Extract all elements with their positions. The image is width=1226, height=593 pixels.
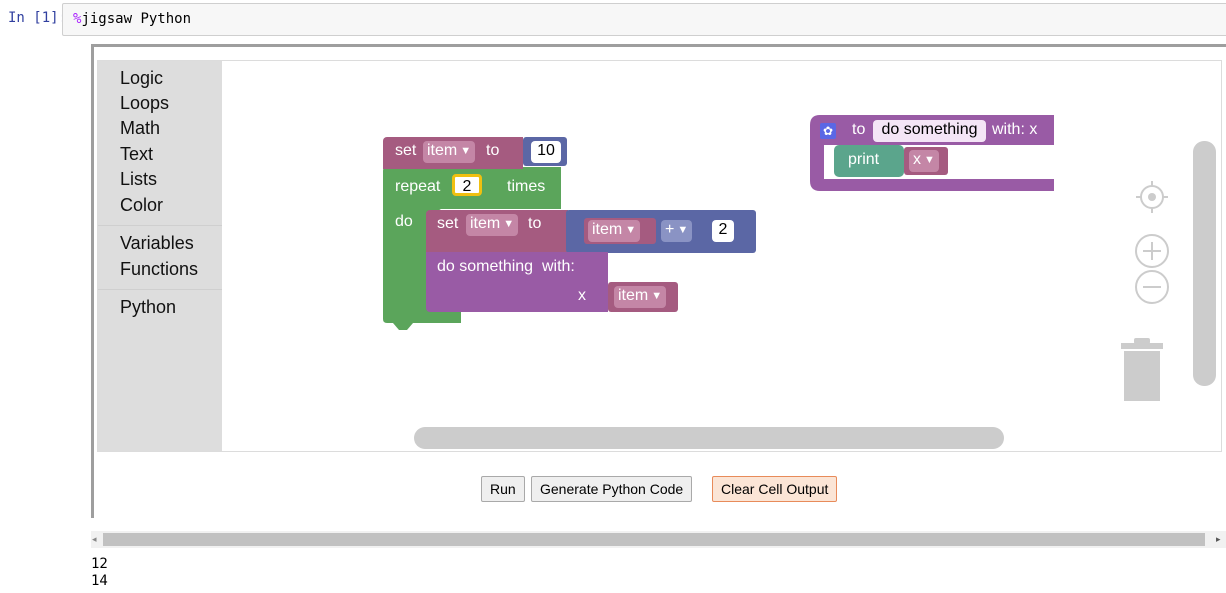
variable-get-block[interactable]: x ▼ — [904, 147, 948, 175]
toolbox: Logic Loops Math Text Lists Color Variab… — [98, 61, 222, 451]
scroll-left-icon[interactable]: ◂ — [92, 534, 97, 545]
code-cell-input[interactable]: %jigsaw Python — [62, 3, 1226, 36]
variable-dropdown[interactable]: item ▼ — [614, 286, 667, 308]
variable-name: item — [427, 142, 458, 159]
blockly-workspace[interactable]: Logic Loops Math Text Lists Color Variab… — [97, 60, 1222, 452]
toolbox-category-logic[interactable]: Logic — [120, 68, 163, 89]
toolbox-separator — [98, 289, 222, 290]
nested-set-block[interactable]: set item ▼ to — [426, 210, 568, 252]
set-label: set — [395, 142, 417, 159]
number-field[interactable]: 10 — [531, 141, 561, 163]
variable-dropdown[interactable]: x ▼ — [909, 150, 939, 172]
run-button[interactable]: Run — [481, 476, 525, 502]
variable-name: item — [470, 215, 501, 232]
variable-get-block[interactable]: item ▼ — [608, 282, 678, 312]
toolbox-separator — [98, 225, 222, 226]
procedure-call-block[interactable]: do something with: x — [426, 252, 608, 312]
scroll-right-icon[interactable]: ▸ — [1216, 534, 1221, 545]
generate-python-code-button[interactable]: Generate Python Code — [531, 476, 693, 502]
output-horizontal-scrollbar[interactable]: ◂ ▸ — [91, 531, 1226, 548]
cell-prompt: In [1]: — [8, 10, 68, 26]
toolbox-category-loops[interactable]: Loops — [120, 93, 169, 114]
params-label: with: x — [992, 121, 1038, 138]
dropdown-arrow-icon: ▼ — [625, 224, 637, 236]
toolbox-category-lists[interactable]: Lists — [120, 169, 157, 190]
variable-name: x — [913, 151, 921, 168]
gear-icon[interactable]: ✿ — [820, 123, 836, 139]
print-label: print — [848, 151, 880, 168]
to-label: to — [528, 215, 542, 232]
clear-cell-output-button[interactable]: Clear Cell Output — [712, 476, 838, 502]
operator-symbol: + — [665, 221, 675, 238]
repeat-label: repeat — [395, 178, 441, 195]
variable-get-block[interactable]: item ▼ — [584, 218, 656, 244]
dropdown-arrow-icon: ▼ — [677, 224, 689, 236]
procedure-call-label: do something with: — [437, 258, 575, 276]
to-label: to — [852, 121, 866, 138]
zoom-out-icon[interactable] — [1134, 269, 1170, 305]
trash-icon[interactable] — [1117, 337, 1167, 403]
toolbox-category-variables[interactable]: Variables — [120, 233, 194, 254]
variable-dropdown[interactable]: item ▼ — [466, 214, 519, 236]
set-label: set — [437, 215, 459, 232]
workspace-vertical-scrollbar[interactable] — [1193, 141, 1216, 386]
param-label: x — [578, 287, 586, 304]
dropdown-arrow-icon: ▼ — [924, 154, 935, 166]
toolbox-category-color[interactable]: Color — [120, 195, 163, 216]
variable-dropdown[interactable]: item ▼ — [588, 220, 641, 242]
print-block[interactable]: print — [834, 145, 904, 177]
number-field[interactable]: 2 — [712, 220, 734, 242]
with-label: with: — [541, 258, 575, 275]
scrollbar-thumb[interactable] — [103, 533, 1205, 546]
cell-output-text: 12 14 — [91, 556, 108, 589]
set-item-block[interactable]: set item ▼ to — [383, 137, 523, 169]
variable-name: item — [592, 221, 623, 238]
to-label: to — [486, 142, 500, 159]
zoom-in-icon[interactable] — [1134, 233, 1170, 269]
times-label: times — [507, 178, 546, 195]
number-block[interactable]: 10 — [523, 137, 567, 166]
dropdown-arrow-icon: ▼ — [503, 218, 515, 230]
variable-name: item — [618, 287, 649, 304]
arithmetic-block[interactable]: item ▼ + ▼ 2 — [566, 210, 756, 253]
toolbox-category-text[interactable]: Text — [120, 144, 153, 165]
recenter-icon[interactable] — [1134, 179, 1170, 215]
magic-command: jigsaw Python — [81, 11, 192, 27]
dropdown-arrow-icon: ▼ — [651, 290, 663, 302]
do-label: do — [395, 213, 413, 230]
dropdown-arrow-icon: ▼ — [460, 145, 472, 157]
workspace-horizontal-scrollbar[interactable] — [414, 427, 1004, 449]
operator-dropdown[interactable]: + ▼ — [661, 220, 693, 242]
toolbox-category-python[interactable]: Python — [120, 297, 176, 318]
toolbox-category-functions[interactable]: Functions — [120, 259, 198, 280]
repeat-count-field[interactable]: 2 — [452, 174, 482, 196]
code-text: %jigsaw Python — [73, 11, 191, 27]
procedure-name-field[interactable]: do something — [873, 120, 986, 142]
variable-dropdown[interactable]: item ▼ — [423, 141, 476, 163]
toolbox-category-math[interactable]: Math — [120, 118, 160, 139]
procedure-name: do something — [437, 258, 534, 275]
